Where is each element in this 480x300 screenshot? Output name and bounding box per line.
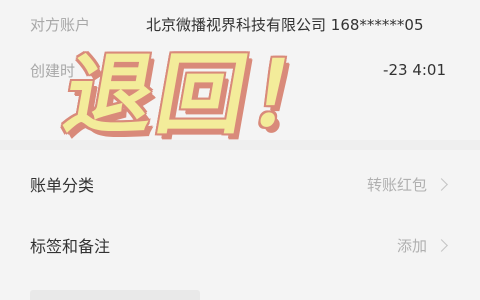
bill-category-label: 账单分类 [30, 176, 95, 195]
counterparty-row: 对方账户 北京微播视界科技有限公司 168******05 [30, 12, 446, 36]
chevron-right-icon [435, 177, 448, 191]
created-time-label: 创建时 [30, 61, 76, 80]
tags-notes-add-value: 添加 [396, 236, 427, 255]
tags-notes-row[interactable]: 标签和备注 添加 [30, 231, 448, 259]
created-time-value: -23 4:01 [383, 61, 446, 79]
bill-category-row[interactable]: 账单分类 转账红包 [30, 170, 448, 198]
bill-category-value: 转账红包 [366, 175, 427, 194]
counterparty-label: 对方账户 [30, 15, 91, 34]
tags-notes-label: 标签和备注 [30, 237, 111, 256]
section-divider [0, 140, 480, 150]
tags-notes-right: 添加 [397, 235, 448, 256]
bill-category-right: 转账红包 [367, 174, 448, 195]
partial-next-row-text [30, 290, 200, 300]
refund-overlay: 退回！ [57, 40, 446, 150]
counterparty-value: 北京微播视界科技有限公司 168******05 [146, 15, 424, 34]
partial-next-row [30, 290, 200, 300]
chevron-right-icon [435, 238, 448, 252]
created-time-row: 创建时 -23 4:01 [30, 58, 446, 82]
